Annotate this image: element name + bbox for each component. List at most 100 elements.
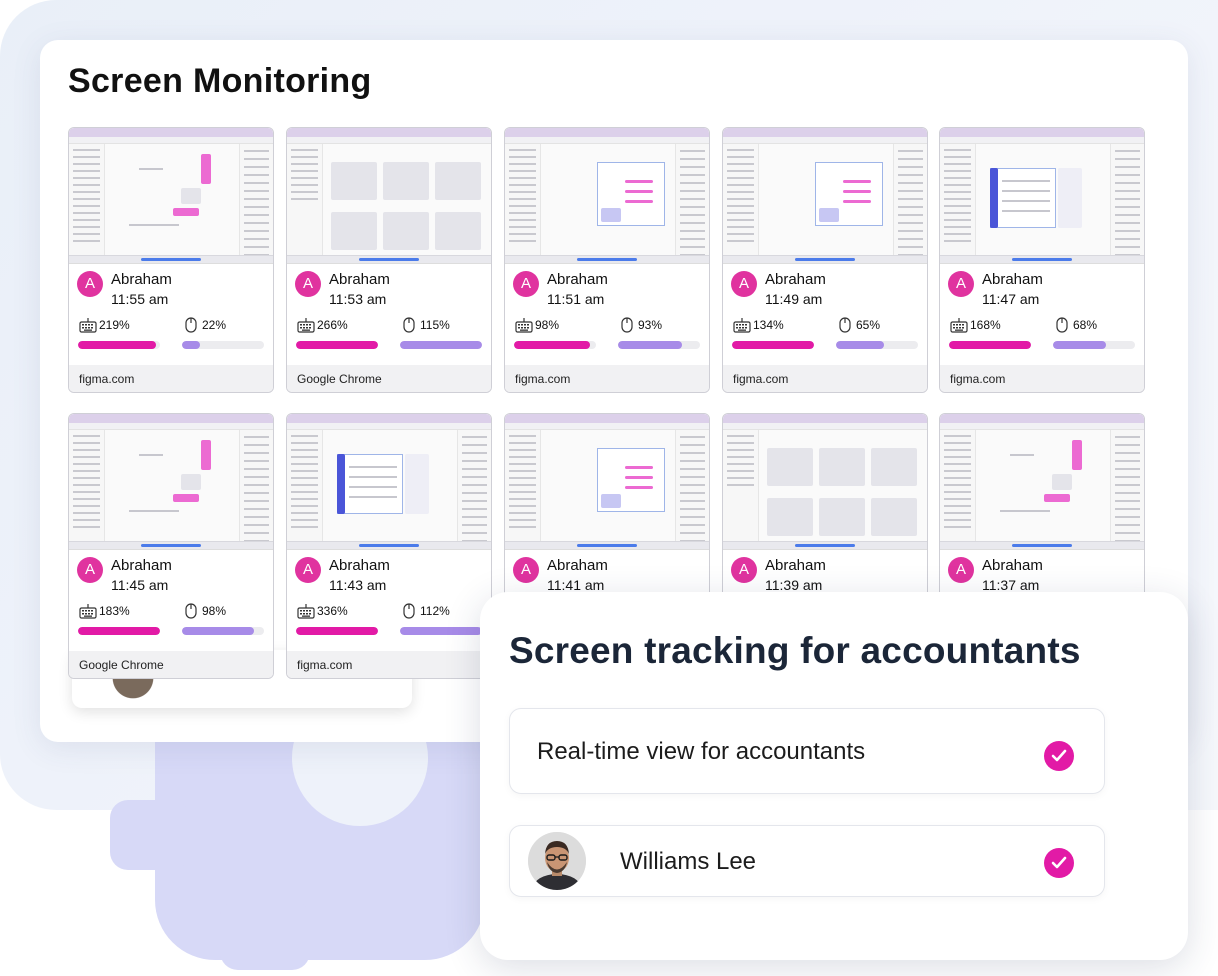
keyboard-activity-bar: [732, 341, 814, 349]
mouse-activity: 112%: [420, 604, 450, 618]
decorative-gear-tooth: [220, 900, 310, 970]
keyboard-activity: 183%: [99, 604, 130, 618]
user-name: Abraham: [547, 271, 608, 288]
tile-info: A Abraham 11:55 am 219% 22%: [69, 265, 273, 365]
capture-time: 11:37 am: [982, 577, 1040, 593]
mouse-activity: 68%: [1073, 318, 1098, 332]
keyboard-activity: 336%: [317, 604, 348, 618]
option-realtime-view-label: Real-time view for accountants: [537, 738, 866, 765]
mouse-activity-bar: [182, 627, 264, 635]
user-name: Abraham: [329, 271, 390, 288]
keyboard-icon: [515, 317, 533, 333]
screenshot-thumbnail[interactable]: [287, 414, 491, 550]
avatar: A: [948, 271, 974, 297]
screenshot-thumbnail[interactable]: [723, 414, 927, 550]
mouse-icon: [185, 317, 197, 333]
user-name: Abraham: [982, 557, 1043, 574]
screenshot-thumbnail[interactable]: [69, 414, 273, 550]
screenshot-tile[interactable]: A Abraham 11:53 am 266% 115% Google Chrome: [286, 127, 492, 393]
mouse-activity: 115%: [420, 318, 450, 332]
avatar: A: [295, 557, 321, 583]
keyboard-activity: 219%: [99, 318, 130, 332]
mouse-activity-bar: [1053, 341, 1135, 349]
screenshot-tile[interactable]: A Abraham 11:43 am 336% 112% figma.com: [286, 413, 492, 679]
app-name: figma.com: [723, 365, 927, 392]
tile-info: A Abraham 11:43 am 336% 112%: [287, 551, 491, 651]
keyboard-activity-bar: [514, 341, 596, 349]
avatar: A: [77, 557, 103, 583]
keyboard-activity-bar: [78, 627, 160, 635]
app-name: figma.com: [505, 365, 709, 392]
screenshot-tile[interactable]: A Abraham 11:51 am 98% 93% figma.com: [504, 127, 710, 393]
avatar: A: [77, 271, 103, 297]
screenshot-thumbnail[interactable]: [940, 128, 1144, 264]
avatar: A: [513, 557, 539, 583]
screenshot-thumbnail[interactable]: [287, 128, 491, 264]
mouse-activity-bar: [400, 627, 482, 635]
app-name: Google Chrome: [69, 651, 273, 678]
keyboard-activity: 98%: [535, 318, 560, 332]
mouse-activity: 93%: [638, 318, 663, 332]
mouse-activity-bar: [400, 341, 482, 349]
keyboard-activity-bar: [949, 341, 1031, 349]
keyboard-icon: [297, 603, 315, 619]
mouse-icon: [403, 603, 415, 619]
screenshot-tile[interactable]: A Abraham 11:45 am 183% 98% Google Chrome: [68, 413, 274, 679]
user-name: Abraham: [111, 557, 172, 574]
capture-time: 11:51 am: [547, 291, 605, 307]
user-name: Abraham: [982, 271, 1043, 288]
screenshot-thumbnail[interactable]: [69, 128, 273, 264]
screenshot-thumbnail[interactable]: [505, 414, 709, 550]
tile-info: A Abraham 11:47 am 168% 68%: [940, 265, 1144, 365]
screenshot-thumbnail[interactable]: [723, 128, 927, 264]
capture-time: 11:49 am: [765, 291, 823, 307]
tile-info: A Abraham 11:51 am 98% 93%: [505, 265, 709, 365]
keyboard-icon: [297, 317, 315, 333]
tile-info: A Abraham 11:45 am 183% 98%: [69, 551, 273, 651]
mouse-activity: 98%: [202, 604, 227, 618]
keyboard-icon: [950, 317, 968, 333]
check-icon: [1044, 848, 1074, 878]
mouse-icon: [403, 317, 415, 333]
avatar: A: [731, 557, 757, 583]
capture-time: 11:53 am: [329, 291, 387, 307]
avatar: A: [513, 271, 539, 297]
keyboard-activity: 266%: [317, 318, 348, 332]
keyboard-activity-bar: [296, 627, 378, 635]
user-name: Abraham: [547, 557, 608, 574]
screenshot-tile[interactable]: A Abraham 11:47 am 168% 68% figma.com: [939, 127, 1145, 393]
keyboard-icon: [79, 603, 97, 619]
avatar: A: [295, 271, 321, 297]
keyboard-activity: 134%: [753, 318, 784, 332]
option-williams-lee[interactable]: [509, 825, 1105, 897]
user-name: Abraham: [111, 271, 172, 288]
tile-info: A Abraham 11:49 am 134% 65%: [723, 265, 927, 365]
screenshot-thumbnail[interactable]: [505, 128, 709, 264]
mouse-activity: 22%: [202, 318, 227, 332]
screenshot-thumbnail[interactable]: [940, 414, 1144, 550]
decorative-gear-tooth: [110, 800, 190, 870]
screenshot-tile[interactable]: A Abraham 11:55 am 219% 22% figma.com: [68, 127, 274, 393]
mouse-icon: [185, 603, 197, 619]
app-name: figma.com: [940, 365, 1144, 392]
mouse-activity-bar: [182, 341, 264, 349]
check-icon: [1044, 741, 1074, 771]
screenshot-tile[interactable]: A Abraham 11:49 am 134% 65% figma.com: [722, 127, 928, 393]
capture-time: 11:47 am: [982, 291, 1040, 307]
app-name: Google Chrome: [287, 365, 491, 392]
keyboard-icon: [733, 317, 751, 333]
app-name: figma.com: [69, 365, 273, 392]
keyboard-icon: [79, 317, 97, 333]
tile-info: A Abraham 11:53 am 266% 115%: [287, 265, 491, 365]
capture-time: 11:39 am: [765, 577, 823, 593]
page-title: Screen Monitoring: [68, 62, 372, 100]
capture-time: 11:45 am: [111, 577, 169, 593]
keyboard-activity: 168%: [970, 318, 1001, 332]
mouse-activity: 65%: [856, 318, 881, 332]
avatar: A: [731, 271, 757, 297]
avatar: A: [948, 557, 974, 583]
keyboard-activity-bar: [78, 341, 160, 349]
keyboard-activity-bar: [296, 341, 378, 349]
app-name: figma.com: [287, 651, 491, 678]
mouse-activity-bar: [836, 341, 918, 349]
